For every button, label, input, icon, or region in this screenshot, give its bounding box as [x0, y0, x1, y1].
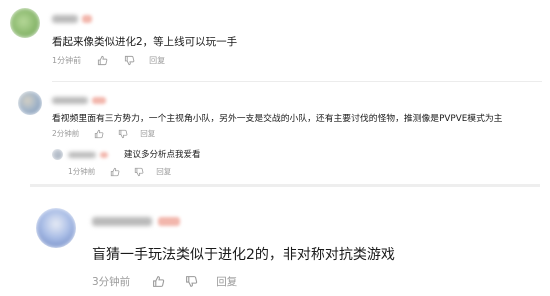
avatar[interactable]: [18, 91, 42, 115]
level-badge: [100, 152, 108, 158]
avatar[interactable]: [10, 8, 40, 38]
comment-meta: 2分钟前 回复: [52, 128, 155, 139]
username[interactable]: [92, 216, 180, 226]
thumbs-down-icon[interactable]: [124, 55, 135, 66]
thumbs-down-icon[interactable]: [185, 275, 198, 288]
comment-time: 1分钟前: [52, 55, 82, 65]
avatar[interactable]: [52, 149, 63, 160]
level-badge: [82, 15, 92, 23]
comment-meta: 3分钟前 回复: [92, 274, 237, 288]
username[interactable]: [52, 14, 92, 24]
comment-3: 盲猜一手玩法类似于进化2的，非对称对抗类游戏 3分钟前 回复: [0, 196, 550, 296]
thumbs-up-icon[interactable]: [110, 167, 120, 177]
comment-time: 2分钟前: [52, 129, 80, 138]
username[interactable]: [52, 95, 106, 105]
reply-button[interactable]: 回复: [149, 55, 165, 66]
username[interactable]: [68, 150, 108, 160]
thumbs-down-icon[interactable]: [134, 167, 144, 177]
level-badge: [92, 96, 106, 104]
reply-button[interactable]: 回复: [216, 274, 237, 289]
comment-2: 看视频里面有三方势力，一个主视角小队，另外一支是交战的小队，还有主要讨伐的怪物，…: [0, 84, 550, 184]
reply-meta: 1分钟前 回复: [68, 166, 171, 177]
avatar[interactable]: [36, 208, 76, 248]
comment-meta: 1分钟前 回复: [52, 54, 165, 66]
comment-time: 3分钟前: [92, 275, 131, 288]
reply-text: 建议多分析点我爱看: [124, 150, 201, 160]
thumbs-down-icon[interactable]: [118, 129, 128, 139]
thumbs-up-icon[interactable]: [94, 129, 104, 139]
reply-time: 1分钟前: [68, 167, 96, 176]
divider: [30, 184, 540, 187]
comment-text: 看起来像类似进化2，等上线可以玩一手: [52, 36, 238, 48]
comment-text: 看视频里面有三方势力，一个主视角小队，另外一支是交战的小队，还有主要讨伐的怪物，…: [52, 114, 503, 124]
thumbs-up-icon[interactable]: [97, 55, 108, 66]
divider: [52, 81, 542, 82]
reply-button[interactable]: 回复: [140, 128, 155, 139]
thumbs-up-icon[interactable]: [152, 275, 165, 288]
comment-1: 看起来像类似进化2，等上线可以玩一手 1分钟前 回复: [0, 0, 550, 78]
level-badge: [158, 216, 180, 226]
comment-text: 盲猜一手玩法类似于进化2的，非对称对抗类游戏: [92, 247, 395, 263]
reply-button[interactable]: 回复: [156, 166, 171, 177]
